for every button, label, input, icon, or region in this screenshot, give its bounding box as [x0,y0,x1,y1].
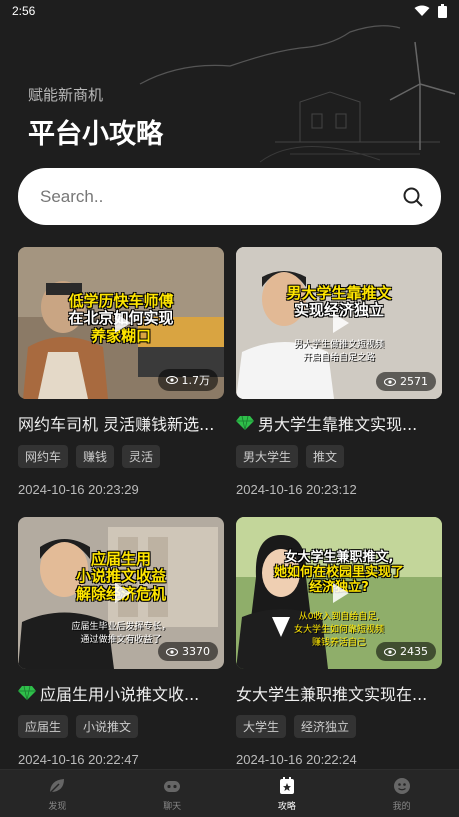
tag-list: 大学生 经济独立 [236,715,442,738]
tag-list: 男大学生 推文 [236,445,442,468]
eye-icon [165,376,178,384]
view-count-badge: 2435 [376,642,436,661]
view-count: 2571 [400,375,428,388]
page-title: 平台小攻略 [28,119,163,150]
overlay-caption: 从0收入到自给自足, [298,612,380,622]
card-title-text: 男大学生靠推文实现... [258,415,418,434]
overlay-caption: 男大学生做推文短视频 [293,340,384,350]
publish-date: 2024-10-16 20:22:47 [18,752,139,767]
overlay-line: 女大学生兼职推文, [284,550,394,565]
card-title-text: 网约车司机 灵活赚钱新选... [18,415,215,434]
eye-icon [166,647,178,656]
leaf-icon [49,778,65,794]
play-icon[interactable] [115,313,131,333]
overlay-caption: 开启自给自足之路 [302,353,375,363]
star-note-icon [279,776,294,794]
search-icon[interactable] [401,185,425,209]
publish-date: 2024-10-16 20:23:29 [18,482,139,497]
play-icon[interactable] [333,313,349,333]
diamond-icon [18,686,36,700]
tag[interactable]: 男大学生 [236,445,299,468]
tab-label: 攻略 [277,801,296,812]
overlay-line: 低学历快车师傅 [68,292,174,310]
status-icons [414,4,447,18]
tab-label: 我的 [392,801,411,812]
status-time: 2:56 [12,4,36,18]
search-input[interactable] [40,186,401,207]
tag[interactable]: 应届生 [18,715,69,738]
search-bar[interactable] [18,168,441,225]
view-count-badge: 3370 [158,642,218,661]
overlay-line: 应届生用 [90,550,151,568]
tag-list: 应届生 小说推文 [18,715,224,738]
article-card[interactable]: 应届生用 小说推文收益 解除经济危机 应届生毕业后发挥专长， 通过做推文有收益了… [18,517,224,767]
status-bar: 2:56 [0,0,459,22]
card-title-text: 女大学生兼职推文实现在... [236,685,428,704]
overlay-caption: 应届生毕业后发挥专长， [71,622,171,632]
view-count: 1.7万 [181,374,211,387]
video-thumbnail[interactable]: 低学历快车师傅 在北京如何实现 养家糊口 1.7万 [18,247,224,399]
eye-icon [384,377,396,386]
article-card[interactable]: 低学历快车师傅 在北京如何实现 养家糊口 1.7万 网约车司机 灵活赚钱新选..… [18,247,224,497]
publish-date: 2024-10-16 20:22:24 [236,752,357,767]
face-icon [393,777,410,794]
play-icon[interactable] [333,583,349,603]
tag[interactable]: 网约车 [18,445,69,468]
card-title[interactable]: 网约车司机 灵活赚钱新选... [18,411,224,435]
video-thumbnail[interactable]: 男大学生靠推文 实现经济独立 男大学生做推文短视频 开启自给自足之路 2571 [236,247,442,399]
bottom-tab-bar: 发现 聊天 攻略 我的 [0,769,459,817]
overlay-line: 男大学生靠推文 [286,284,392,302]
tag[interactable]: 灵活 [122,445,161,468]
card-title[interactable]: 应届生用小说推文收... [18,681,224,705]
diamond-icon [236,416,254,430]
tag[interactable]: 小说推文 [76,715,139,738]
publish-date: 2024-10-16 20:23:12 [236,482,357,497]
view-count: 2435 [400,645,428,658]
chat-icon [164,780,181,792]
video-thumbnail[interactable]: 应届生用 小说推文收益 解除经济危机 应届生毕业后发挥专长， 通过做推文有收益了… [18,517,224,669]
article-card[interactable]: 男大学生靠推文 实现经济独立 男大学生做推文短视频 开启自给自足之路 2571 … [236,247,442,497]
video-thumbnail[interactable]: 女大学生兼职推文, 她如何在校园里实现了 经济独立? 从0收入到自给自足, 女大… [236,517,442,669]
overlay-caption: 女大学生如何靠短视频 [293,625,384,635]
tag[interactable]: 赚钱 [76,445,115,468]
tag[interactable]: 大学生 [236,715,287,738]
view-count-badge: 2571 [376,372,436,391]
tab-discover[interactable]: 发现 [0,770,115,817]
play-icon[interactable] [115,583,131,603]
tab-chat[interactable]: 聊天 [115,770,230,817]
wifi-icon [414,5,430,16]
page-subtitle: 赋能新商机 [28,86,104,104]
view-count-badge: 1.7万 [157,369,218,391]
tag[interactable]: 经济独立 [294,715,357,738]
tag[interactable]: 推文 [306,445,345,468]
article-card[interactable]: 女大学生兼职推文, 她如何在校园里实现了 经济独立? 从0收入到自给自足, 女大… [236,517,442,767]
tab-guide[interactable]: 攻略 [230,770,345,817]
tag-list: 网约车 赚钱 灵活 [18,445,224,468]
tab-profile[interactable]: 我的 [344,770,459,817]
overlay-line: 她如何在校园里实现了 [273,564,404,580]
tab-label: 聊天 [163,801,182,812]
card-title[interactable]: 男大学生靠推文实现... [236,411,442,435]
card-title[interactable]: 女大学生兼职推文实现在... [236,681,442,705]
view-count: 3370 [182,645,210,658]
tab-label: 发现 [48,801,67,812]
battery-icon [438,4,447,18]
eye-icon [384,647,396,656]
card-title-text: 应届生用小说推文收... [40,685,200,704]
